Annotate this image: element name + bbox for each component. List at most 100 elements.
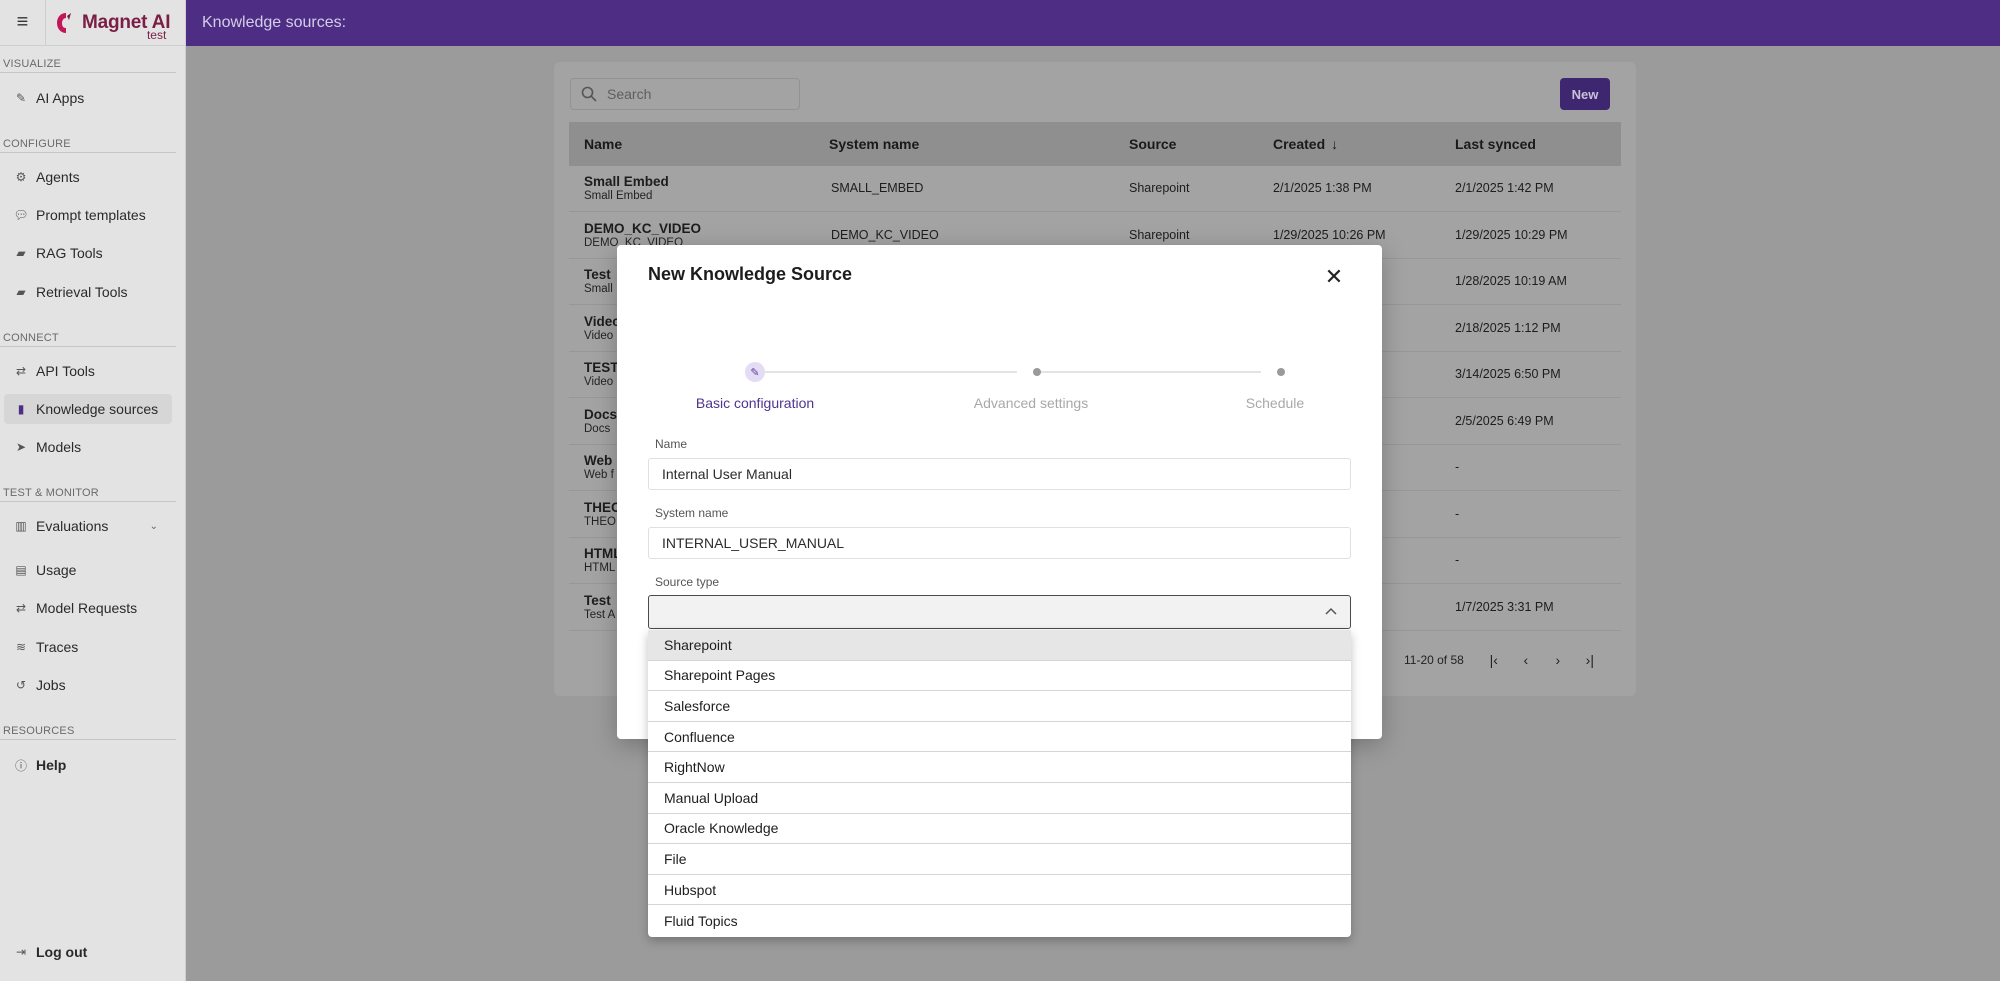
cell-description: Video	[584, 376, 614, 388]
sidebar-item-help[interactable]: ⓘ Help	[0, 750, 176, 780]
column-header-source[interactable]: Source	[1129, 122, 1176, 166]
sidebar-item-agents[interactable]: ⚙ Agents	[0, 162, 176, 192]
cell-created: 2/1/2025 1:38 PM	[1273, 181, 1372, 195]
step-basic-configuration[interactable]: Basic configuration	[696, 395, 814, 411]
swap-icon: ⇄	[15, 601, 27, 615]
source-type-label: Source type	[655, 575, 720, 589]
new-button[interactable]: New	[1560, 78, 1610, 110]
traces-icon: ≋	[15, 640, 27, 654]
last-page-icon[interactable]: ›|	[1574, 652, 1606, 668]
step-2-dot[interactable]	[1027, 362, 1047, 382]
cell-name: Test	[584, 592, 611, 608]
table-row[interactable]: Small Embed Small Embed SMALL_EMBED Sharepo…	[569, 166, 1621, 212]
source-type-options: Sharepoint Sharepoint Pages Salesforce Conf…	[648, 630, 1351, 937]
logout-button[interactable]: ⇥ Log out	[0, 937, 176, 967]
option-sharepoint-pages[interactable]: Sharepoint Pages	[648, 661, 1351, 692]
sidebar-item-api-tools[interactable]: ⇄ API Tools	[0, 356, 176, 386]
column-header-last-synced[interactable]: Last synced	[1455, 122, 1536, 166]
cell-system-name: DEMO_KC_VIDEO	[831, 227, 939, 242]
option-rightnow[interactable]: RightNow	[648, 752, 1351, 783]
app-logo[interactable]: Magnet AI test	[46, 0, 170, 46]
option-sharepoint[interactable]: Sharepoint	[648, 630, 1351, 661]
name-field[interactable]: Internal User Manual	[648, 458, 1351, 490]
folder-icon: ▰	[16, 246, 26, 260]
search-input[interactable]: Search	[570, 78, 800, 110]
system-name-field[interactable]: INTERNAL_USER_MANUAL	[648, 527, 1351, 559]
sort-desc-icon: ↓	[1331, 136, 1339, 152]
menu-icon[interactable]: ≡	[0, 0, 46, 46]
option-oracle-knowledge[interactable]: Oracle Knowledge	[648, 814, 1351, 845]
cell-last-synced: 2/18/2025 1:12 PM	[1455, 320, 1561, 335]
step-advanced-settings[interactable]: Advanced settings	[974, 395, 1088, 411]
column-header-system-name[interactable]: System name	[829, 122, 919, 166]
cell-last-synced: 1/28/2025 10:19 AM	[1455, 274, 1567, 288]
source-type-select[interactable]	[648, 595, 1351, 629]
sidebar-item-model-requests[interactable]: ⇄ Model Requests	[0, 593, 176, 623]
sidebar-item-rag-tools[interactable]: ▰ RAG Tools	[0, 238, 176, 268]
step-schedule[interactable]: Schedule	[1246, 395, 1304, 411]
cell-name: THEO	[584, 499, 622, 515]
cell-system-name: SMALL_EMBED	[831, 181, 924, 195]
sidebar-item-evaluations[interactable]: ▥ Evaluations ⌄	[0, 511, 176, 541]
cell-name: Docs	[584, 406, 618, 422]
top-bar: Knowledge sources:	[186, 0, 2000, 46]
pagination-range: 11-20 of 58	[1404, 653, 1464, 667]
cell-created: 1/29/2025 10:26 PM	[1273, 227, 1386, 242]
doc-icon: ▤	[15, 563, 27, 577]
sidebar-item-ai-apps[interactable]: ✎ AI Apps	[0, 83, 176, 113]
cell-last-synced: 1/29/2025 10:29 PM	[1455, 227, 1568, 242]
step-1-edit-icon[interactable]: ✎	[745, 362, 765, 382]
stepper-connector	[1037, 371, 1261, 373]
help-icon: ⓘ	[14, 758, 27, 773]
cell-description: Small Embed	[584, 190, 653, 202]
name-label: Name	[655, 437, 688, 451]
option-confluence[interactable]: Confluence	[648, 722, 1351, 753]
cell-last-synced: 2/1/2025 1:42 PM	[1455, 181, 1554, 195]
book-icon: ▮	[17, 402, 25, 416]
section-configure: CONFIGURE	[3, 138, 71, 150]
cell-name: Small Embed	[584, 174, 669, 189]
cell-last-synced: 3/14/2025 6:50 PM	[1455, 367, 1561, 381]
sidebar-item-models[interactable]: ➤ Models	[0, 432, 176, 462]
cell-source: Sharepoint	[1129, 181, 1190, 195]
option-fluid-topics[interactable]: Fluid Topics	[648, 905, 1351, 936]
option-file[interactable]: File	[648, 844, 1351, 875]
column-header-name[interactable]: Name	[584, 122, 622, 166]
pagination: 11-20 of 58 |‹ ‹ › ›|	[1404, 652, 1606, 668]
divider	[0, 72, 176, 73]
option-salesforce[interactable]: Salesforce	[648, 691, 1351, 722]
stepper-connector	[755, 371, 1017, 373]
divider	[0, 152, 176, 153]
chart-icon: ▥	[15, 519, 27, 533]
magnet-logo-icon	[57, 12, 71, 33]
prev-page-icon[interactable]: ‹	[1510, 652, 1542, 668]
cell-name: DEMO_KC_VIDEO	[584, 220, 702, 236]
system-name-label: System name	[655, 506, 729, 520]
cell-name: HTML	[584, 546, 622, 561]
app-env: test	[146, 27, 167, 42]
cell-description: Video	[584, 329, 614, 342]
column-header-created[interactable]: Created ↓	[1273, 122, 1338, 166]
first-page-icon[interactable]: |‹	[1478, 652, 1510, 668]
swap-icon: ⇄	[15, 364, 27, 378]
section-visualize: VISUALIZE	[3, 58, 62, 70]
cell-last-synced: -	[1455, 553, 1460, 567]
sidebar-item-jobs[interactable]: ↺ Jobs	[0, 670, 176, 700]
sidebar-item-prompt-templates[interactable]: 💬︎ Prompt templates	[0, 200, 176, 230]
close-icon[interactable]: ✕	[1324, 266, 1344, 288]
sidebar-item-knowledge-sources[interactable]: ▮ Knowledge sources	[4, 394, 172, 424]
sidebar-item-usage[interactable]: ▤ Usage	[0, 555, 176, 585]
option-manual-upload[interactable]: Manual Upload	[648, 783, 1351, 814]
option-hubspot[interactable]: Hubspot	[648, 875, 1351, 906]
page-title: Knowledge sources:	[202, 14, 347, 31]
sidebar-item-traces[interactable]: ≋ Traces	[0, 632, 176, 662]
sidebar-item-retrieval-tools[interactable]: ▰ Retrieval Tools	[0, 277, 176, 307]
chevron-up-icon	[1325, 607, 1337, 615]
search-placeholder: Search	[607, 86, 652, 102]
cell-description: Test A	[584, 608, 616, 621]
next-page-icon[interactable]: ›	[1542, 652, 1574, 668]
logout-icon: ⇥	[15, 945, 27, 959]
cell-name: Test	[584, 267, 611, 282]
step-3-dot[interactable]	[1271, 362, 1291, 382]
wand-icon: ✎	[15, 91, 27, 105]
